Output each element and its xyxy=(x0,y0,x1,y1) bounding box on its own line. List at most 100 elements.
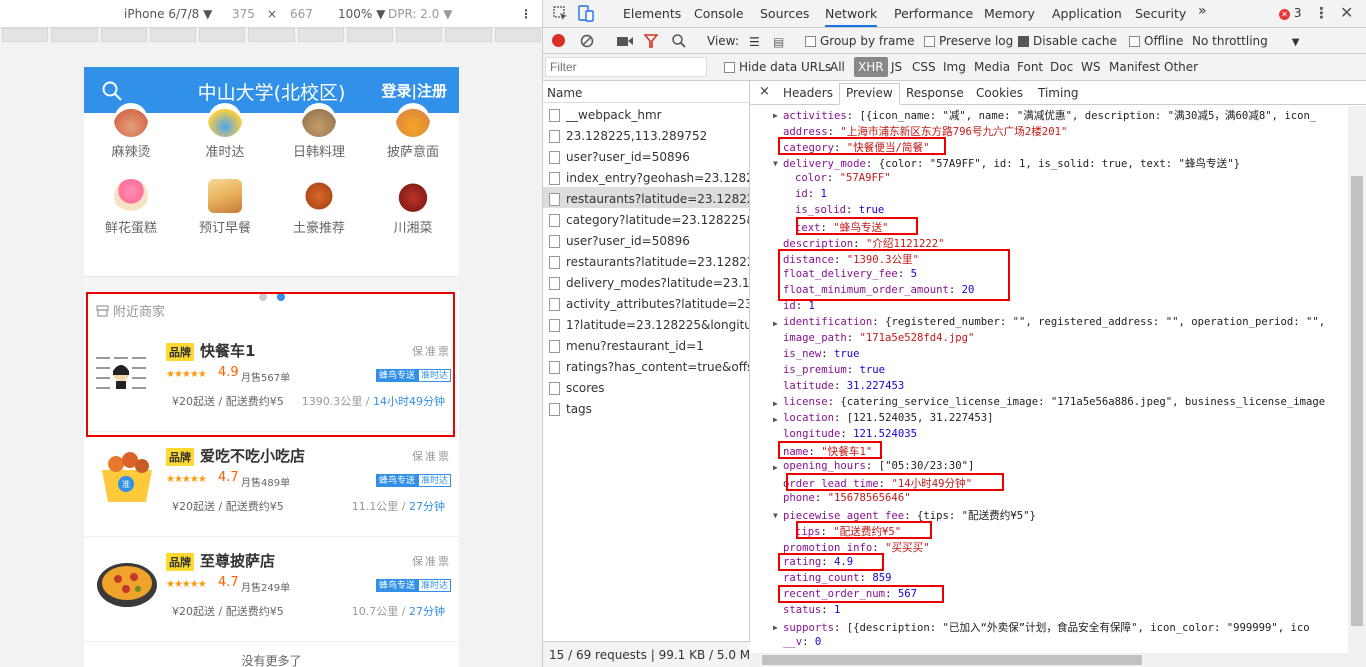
request-row[interactable]: 23.128225,113.289752 xyxy=(543,124,749,145)
request-row[interactable]: index_entry?geohash=23.12822... xyxy=(543,166,749,187)
tab-response[interactable]: Response xyxy=(906,86,964,100)
large-rows-icon[interactable]: ☰ xyxy=(749,35,760,49)
error-counter[interactable]: ✕ 3 xyxy=(1279,6,1301,20)
json-value: "171a5e528fd4.jpg" xyxy=(859,332,975,344)
offline-checkbox[interactable]: Offline xyxy=(1129,34,1183,48)
filter-input[interactable] xyxy=(545,57,707,77)
delivery-time: 27分钟 xyxy=(409,605,445,618)
tab-application[interactable]: Application xyxy=(1052,6,1122,21)
request-row[interactable]: menu?restaurant_id=1 xyxy=(543,334,749,355)
type-filter-manifest[interactable]: Manifest xyxy=(1109,60,1160,74)
shop-card[interactable]: 品牌 至尊披萨店 保准票 ★★★★★ 4.7 月售249单 蜂鸟专送 准时达 ¥2… xyxy=(84,537,459,642)
type-filter-all[interactable]: All xyxy=(830,60,845,74)
device-toolbar-icon[interactable] xyxy=(578,5,594,22)
scrollbar-thumb[interactable] xyxy=(762,655,1142,665)
device-select[interactable]: iPhone 6/7/8 ▼ xyxy=(124,7,212,21)
file-icon xyxy=(549,150,560,164)
vertical-scrollbar[interactable] xyxy=(1348,106,1366,654)
food-category-item[interactable]: 土豪推荐 xyxy=(272,179,366,236)
scrollbar-thumb[interactable] xyxy=(1351,176,1363,626)
type-filter-css[interactable]: CSS xyxy=(912,60,936,74)
json-value: [121.524035, 31.227453] xyxy=(846,412,994,424)
type-filter-media[interactable]: Media xyxy=(974,60,1010,74)
expand-arrow-icon[interactable]: ▶ xyxy=(773,463,778,472)
food-category-item[interactable]: 预订早餐 xyxy=(178,179,272,236)
record-icon[interactable] xyxy=(552,34,565,47)
json-property: id: 1 xyxy=(795,188,827,200)
inspect-element-icon[interactable] xyxy=(553,6,568,21)
tab-elements[interactable]: Elements xyxy=(623,6,681,21)
expand-arrow-icon[interactable]: ▶ xyxy=(773,399,778,408)
food-category-item[interactable]: 披萨意面 xyxy=(366,103,459,160)
tab-memory[interactable]: Memory xyxy=(984,6,1035,21)
request-row[interactable]: activity_attributes?latitude=23.1... xyxy=(543,292,749,313)
name-column-header[interactable]: Name xyxy=(543,81,749,103)
request-row[interactable]: restaurants?latitude=23.128225... xyxy=(543,250,749,271)
type-filter-other[interactable]: Other xyxy=(1164,60,1198,74)
request-row[interactable]: __webpack_hmr xyxy=(543,103,749,124)
type-filter-font[interactable]: Font xyxy=(1017,60,1043,74)
expand-arrow-icon[interactable]: ▶ xyxy=(773,319,778,328)
zoom-select[interactable]: 100% ▼ xyxy=(338,7,385,21)
type-filter-doc[interactable]: Doc xyxy=(1050,60,1073,74)
tab-timing[interactable]: Timing xyxy=(1038,86,1079,100)
request-row[interactable]: scores xyxy=(543,376,749,397)
request-row[interactable]: category?latitude=23.128225&l... xyxy=(543,208,749,229)
clear-icon[interactable] xyxy=(580,34,594,48)
food-category-item[interactable]: 川湘菜 xyxy=(366,179,459,236)
shop-card[interactable]: 品牌 快餐车1 保准票 ★★★★★ 4.9 月售567单 蜂鸟专送 准时达 ¥20… xyxy=(84,327,459,432)
request-row[interactable]: ratings?has_content=true&offse... xyxy=(543,355,749,376)
tab-headers[interactable]: Headers xyxy=(783,86,833,100)
json-preview[interactable]: ▶ activities: [{icon_name: "减", name: "满减… xyxy=(750,106,1348,654)
more-tabs-icon[interactable]: » xyxy=(1198,3,1207,19)
food-category-item[interactable]: 准时达 xyxy=(178,103,272,160)
collapse-arrow-icon[interactable]: ▼ xyxy=(773,511,778,520)
media-query-ruler[interactable] xyxy=(0,28,543,44)
horizontal-scrollbar[interactable] xyxy=(750,653,1366,667)
type-filter-ws[interactable]: WS xyxy=(1081,60,1100,74)
shop-card[interactable]: 准 品牌 爱吃不吃小吃店 保准票 ★★★★★ 4.7 月售489单 蜂鸟专送 准时… xyxy=(84,432,459,537)
tab-console[interactable]: Console xyxy=(694,6,744,21)
tab-network[interactable]: Network xyxy=(825,6,878,27)
food-category-item[interactable]: 日韩料理 xyxy=(272,103,366,160)
more-options-icon[interactable]: ⋮ xyxy=(520,7,532,21)
screenshot-capture-icon[interactable] xyxy=(617,35,633,47)
filter-icon[interactable] xyxy=(644,34,658,48)
request-row[interactable]: delivery_modes?latitude=23.12... xyxy=(543,271,749,292)
request-row[interactable]: restaurants?latitude=23.128225... xyxy=(543,187,749,208)
height-input[interactable]: 667 xyxy=(290,7,313,21)
request-row[interactable]: user?user_id=50896 xyxy=(543,145,749,166)
request-row[interactable]: 1?latitude=23.128225&longitud... xyxy=(543,313,749,334)
tab-preview[interactable]: Preview xyxy=(839,83,900,105)
type-filter-xhr[interactable]: XHR xyxy=(854,57,888,77)
tab-sources[interactable]: Sources xyxy=(760,6,809,21)
tab-cookies[interactable]: Cookies xyxy=(976,86,1023,100)
food-category-item[interactable]: 鲜花蛋糕 xyxy=(84,179,178,236)
type-filter-js[interactable]: JS xyxy=(891,60,902,74)
tab-security[interactable]: Security xyxy=(1135,6,1186,21)
throttling-select[interactable]: No throttling ▼ xyxy=(1192,34,1299,48)
width-input[interactable]: 375 xyxy=(232,7,255,21)
food-category-carousel[interactable]: 麻辣烫 准时达 日韩料理 披萨意面 鲜花蛋糕 预订早餐 土豪推荐 川湘菜 xyxy=(84,103,459,301)
request-row[interactable]: user?user_id=50896 xyxy=(543,229,749,250)
hide-data-urls-checkbox[interactable]: Hide data URLs xyxy=(724,60,831,74)
devtools-menu-icon[interactable]: ⋮ xyxy=(1314,4,1329,22)
request-row[interactable]: tags xyxy=(543,397,749,418)
login-register-link[interactable]: 登录|注册 xyxy=(382,80,447,101)
distance-time: 11.1公里 / 27分钟 xyxy=(351,500,445,513)
food-category-item[interactable]: 麻辣烫 xyxy=(84,103,178,160)
tab-performance[interactable]: Performance xyxy=(894,6,973,21)
type-filter-img[interactable]: Img xyxy=(943,60,966,74)
overview-icon[interactable]: ▤ xyxy=(773,35,784,49)
dpr-select[interactable]: DPR: 2.0 ▼ xyxy=(388,7,452,21)
search-icon[interactable] xyxy=(672,34,686,48)
collapse-arrow-icon[interactable]: ▼ xyxy=(773,159,778,168)
expand-arrow-icon[interactable]: ▶ xyxy=(773,111,778,120)
expand-arrow-icon[interactable]: ▶ xyxy=(773,415,778,424)
preserve-log-checkbox[interactable]: Preserve log xyxy=(924,34,1013,48)
expand-arrow-icon[interactable]: ▶ xyxy=(773,623,778,632)
close-devtools-icon[interactable]: ✕ xyxy=(1340,3,1353,22)
disable-cache-checkbox[interactable]: Disable cache xyxy=(1018,34,1117,48)
group-by-frame-checkbox[interactable]: Group by frame xyxy=(805,34,914,48)
close-detail-icon[interactable]: × xyxy=(759,84,770,99)
